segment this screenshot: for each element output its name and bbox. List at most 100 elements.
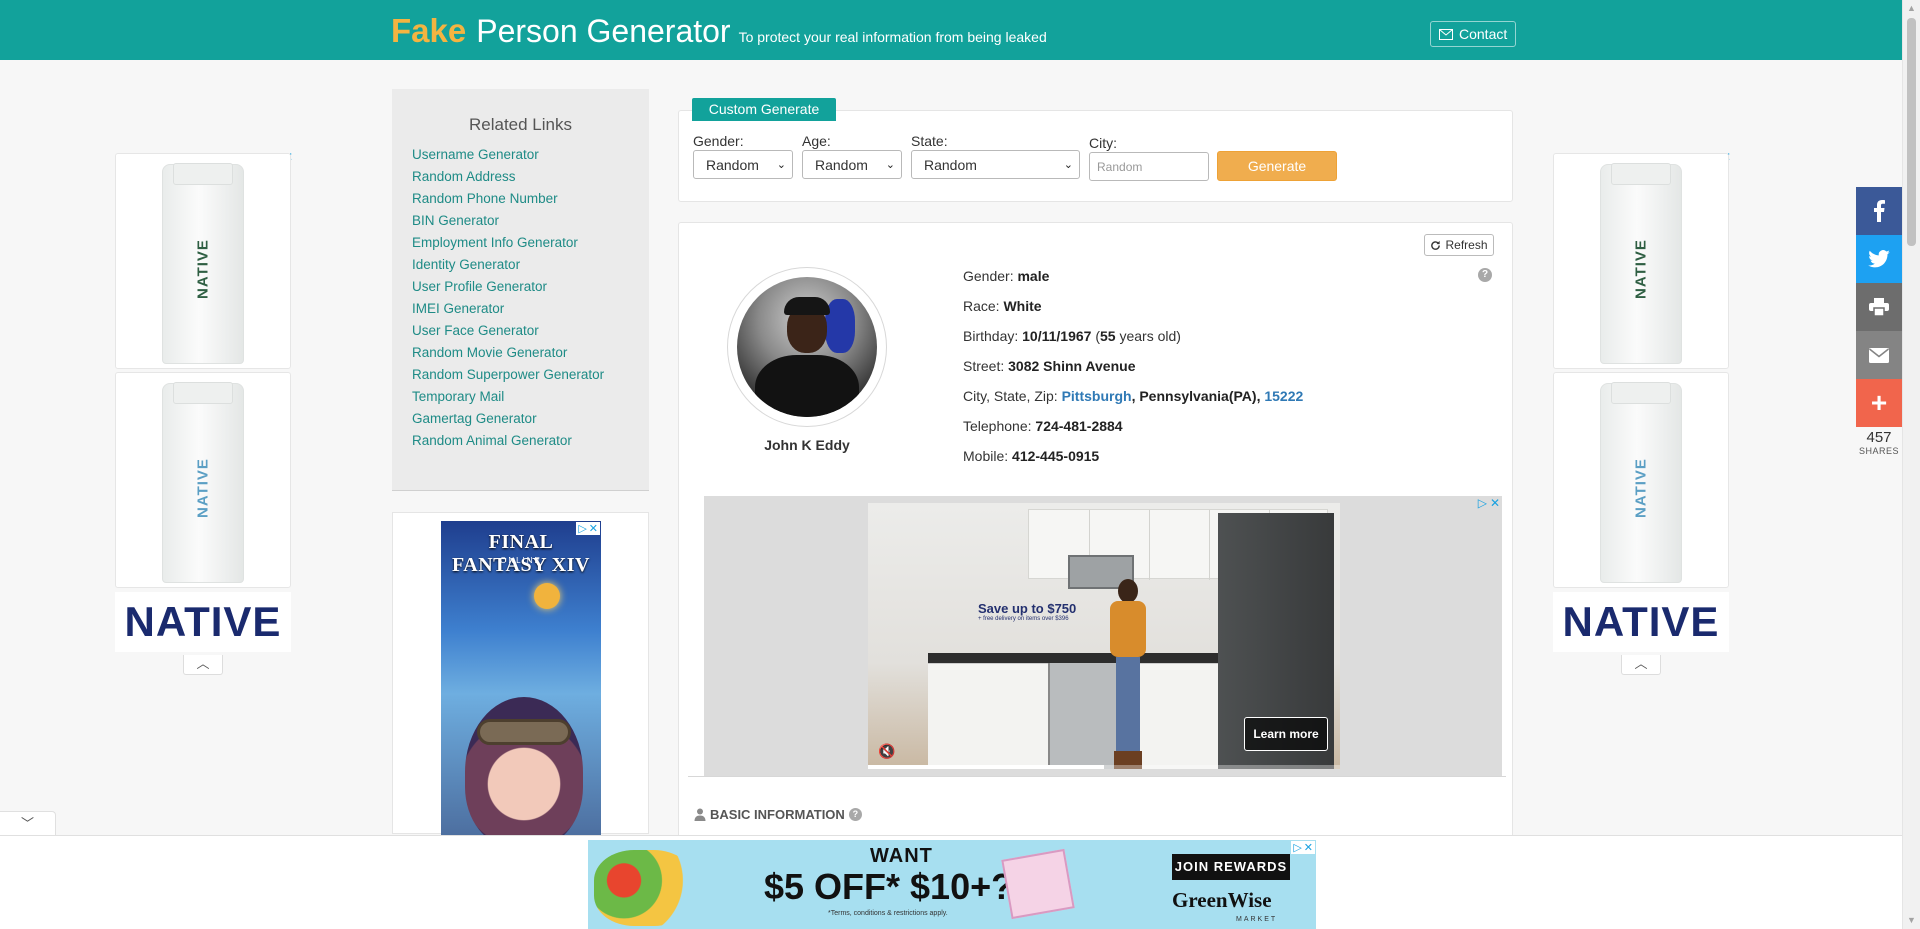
banner-offer: $5 OFF* $10+? <box>764 866 1014 907</box>
more-share-plus-icon[interactable]: + <box>1856 379 1902 427</box>
fact-value: White <box>1003 298 1042 314</box>
related-link[interactable]: Identity Generator <box>412 254 649 276</box>
gender-select[interactable]: Random ⌄ <box>693 150 793 179</box>
site-brand[interactable]: Fake Person Generator To protect your re… <box>391 12 1047 50</box>
brand-title: Person Generator <box>476 13 731 49</box>
collapse-ad-chevron-up-icon[interactable]: ︿ <box>1621 655 1661 675</box>
basic-information-heading: BASIC INFORMATION ? <box>694 807 862 822</box>
fact-label: Birthday: <box>963 328 1019 344</box>
chevron-down-icon: ⌄ <box>776 159 786 171</box>
game-ad-container: FINAL FANTASY XIV ONLINE ▷ ✕ <box>392 512 649 835</box>
scroll-thumb[interactable] <box>1907 18 1916 246</box>
avatar-frame <box>727 267 887 427</box>
ad-product-image[interactable]: NATIVE <box>1553 153 1729 369</box>
fact-gender: Gender: male <box>963 268 1303 298</box>
twitter-share-button[interactable] <box>1856 235 1902 283</box>
state-select[interactable]: Random ⌄ <box>911 150 1080 179</box>
adchoices-icon[interactable]: ▷ <box>578 522 586 535</box>
refresh-button[interactable]: Refresh <box>1424 234 1494 256</box>
print-share-button[interactable] <box>1856 283 1902 331</box>
question-circle-icon[interactable]: ? <box>848 808 862 821</box>
ad-close-icon[interactable]: ✕ <box>1490 496 1500 510</box>
contact-label: Contact <box>1459 26 1508 42</box>
related-link[interactable]: Employment Info Generator <box>412 232 649 254</box>
related-link[interactable]: Random Movie Generator <box>412 342 649 364</box>
zip-link[interactable]: 15222 <box>1264 388 1303 404</box>
state-label: State: <box>911 133 948 149</box>
bottle-label: NATIVE <box>194 239 212 299</box>
muted-speaker-icon[interactable]: 🔇 <box>878 743 895 760</box>
custom-generate-tab[interactable]: Custom Generate <box>692 98 836 121</box>
scroll-up-arrow-icon[interactable]: ▲ <box>1903 0 1920 17</box>
city-input[interactable]: Random <box>1089 152 1209 181</box>
bottle-image: NATIVE <box>1600 163 1682 364</box>
person-card: Refresh ? John K Eddy Gender: male Race:… <box>678 222 1513 842</box>
facebook-share-button[interactable] <box>1856 187 1902 235</box>
related-link[interactable]: User Profile Generator <box>412 276 649 298</box>
share-count: 457 <box>1866 429 1892 446</box>
ad-product-image[interactable]: NATIVE <box>1553 372 1729 588</box>
related-links-title: Related Links <box>468 115 572 134</box>
generate-button[interactable]: Generate <box>1217 151 1337 181</box>
bottle-label: NATIVE <box>1632 239 1650 299</box>
fact-mobile: Mobile: 412-445-0915 <box>963 448 1303 478</box>
banner-terms: *Terms, conditions & restrictions apply. <box>828 910 948 917</box>
fact-race: Race: White <box>963 298 1303 328</box>
adchoices-icon[interactable]: ▷ <box>1478 496 1487 510</box>
city-link[interactable]: Pittsburgh <box>1062 388 1132 404</box>
related-link[interactable]: User Face Generator <box>412 320 649 342</box>
ad-choices[interactable]: ▷✕ <box>576 522 600 535</box>
brand-fake: Fake <box>391 12 467 49</box>
adchoices-icon[interactable]: ▷ <box>1293 841 1301 854</box>
ad-close-icon[interactable]: ✕ <box>589 522 598 535</box>
chevron-down-icon: ⌄ <box>885 159 895 171</box>
section-divider <box>688 776 1506 777</box>
related-link[interactable]: Random Animal Generator <box>412 430 649 452</box>
ad-product-image[interactable]: NATIVE <box>115 153 291 369</box>
ad-brand-logo[interactable]: NATIVE <box>115 592 291 652</box>
related-link[interactable]: Gamertag Generator <box>412 408 649 430</box>
bottom-banner-ad[interactable]: WANT $5 OFF* $10+? *Terms, conditions & … <box>588 840 1316 929</box>
related-link[interactable]: Temporary Mail <box>412 386 649 408</box>
related-link[interactable]: Username Generator <box>412 144 649 166</box>
fact-value: 724-481-2884 <box>1035 418 1123 434</box>
collapse-ad-chevron-up-icon[interactable]: ︿ <box>183 655 223 675</box>
scroll-down-arrow-icon[interactable]: ▼ <box>1903 912 1920 929</box>
fact-label: City, State, Zip: <box>963 388 1058 404</box>
contact-button[interactable]: Contact <box>1430 21 1517 47</box>
ad-close-icon[interactable]: ✕ <box>1304 841 1313 854</box>
right-side-ad[interactable]: ▷✕ NATIVE NATIVE NATIVE <box>1551 150 1731 655</box>
video-progress[interactable] <box>868 765 1340 769</box>
video-player[interactable]: Save up to $750 + free delivery on items … <box>868 503 1340 769</box>
ad-product-image[interactable]: NATIVE <box>115 372 291 588</box>
related-link[interactable]: Random Superpower Generator <box>412 364 649 386</box>
fact-city-state-zip: City, State, Zip: Pittsburgh, Pennsylvan… <box>963 388 1304 404</box>
join-rewards-button[interactable]: JOIN REWARDS <box>1172 854 1290 880</box>
refresh-icon <box>1431 240 1441 250</box>
related-link[interactable]: Random Address <box>412 166 649 188</box>
bottle-image: NATIVE <box>162 163 244 364</box>
video-ad[interactable]: ▷ ✕ Save up to $750 + free delivery on ite… <box>704 496 1502 777</box>
ad-choices[interactable]: ▷✕ <box>1478 496 1500 510</box>
page-scrollbar[interactable]: ▲ ▼ <box>1902 0 1920 929</box>
bottle-label: NATIVE <box>1632 458 1650 518</box>
brand-tagline: To protect your real information from be… <box>738 29 1047 45</box>
city-field-group: City: Random <box>1089 135 1209 181</box>
fact-birthday: Birthday: 10/11/1967 (55 years old) <box>963 328 1181 344</box>
banner-brand: GreenWise <box>1172 888 1272 912</box>
learn-more-button[interactable]: Learn more <box>1244 717 1328 751</box>
left-side-ad[interactable]: ▷✕ NATIVE NATIVE NATIVE <box>113 150 293 655</box>
sticky-ad-chevron-down-icon[interactable]: ﹀ <box>0 811 56 835</box>
game-ad[interactable]: FINAL FANTASY XIV ONLINE ▷ ✕ <box>441 521 601 835</box>
related-link[interactable]: IMEI Generator <box>412 298 649 320</box>
state-select-value: Random <box>924 156 977 173</box>
bottle-image: NATIVE <box>1600 382 1682 583</box>
ad-brand-logo[interactable]: NATIVE <box>1553 592 1729 652</box>
ad-choices[interactable]: ▷✕ <box>1291 841 1315 854</box>
related-link[interactable]: Random Phone Number <box>412 188 649 210</box>
email-share-button[interactable] <box>1856 331 1902 379</box>
question-circle-icon[interactable]: ? <box>1478 268 1492 282</box>
age-select[interactable]: Random ⌄ <box>802 150 902 179</box>
gift-image <box>1001 848 1075 920</box>
related-link[interactable]: BIN Generator <box>412 210 649 232</box>
